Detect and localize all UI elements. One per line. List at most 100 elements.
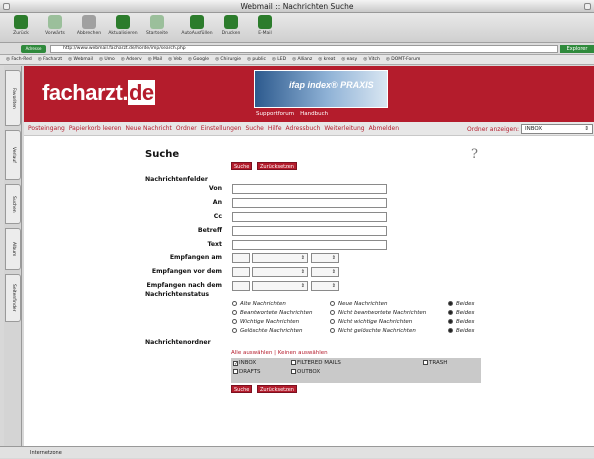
year-select[interactable]: ⇕	[311, 267, 339, 277]
toolbar-label: E-Mail	[258, 31, 272, 36]
favorite-link[interactable]: ◎ easy	[341, 57, 357, 62]
header-sublink[interactable]: Handbuch	[300, 111, 328, 117]
folder-checkbox[interactable]: FILTERED MAILS	[291, 360, 341, 366]
folder-select-label: Ordner anzeigen:	[467, 126, 520, 133]
field-input[interactable]	[232, 184, 387, 194]
toolbar-button-0[interactable]: Zurück	[4, 15, 38, 36]
folder-checkbox[interactable]: DRAFTS	[233, 369, 261, 375]
toolbar-button-4[interactable]: Startseite	[140, 15, 174, 36]
field-input[interactable]	[232, 226, 387, 236]
address-label-button[interactable]: Adresse	[21, 45, 46, 53]
radio-icon	[232, 319, 237, 324]
sidetab-0[interactable]: Favoriten	[5, 70, 21, 126]
nav-link[interactable]: Hilfe	[268, 125, 282, 132]
favorite-link[interactable]: ◎ kreat	[318, 57, 335, 62]
ifap-banner[interactable]: ifap index® PRAXIS	[254, 70, 388, 108]
toolbar-button-1[interactable]: Vorwärts	[38, 15, 72, 36]
year-select[interactable]: ⇕	[311, 281, 339, 291]
nav-link[interactable]: Adressbuch	[286, 125, 321, 132]
nav-link[interactable]: Weiterleitung	[324, 125, 364, 132]
reset-button-top[interactable]: Zurücksetzen	[257, 162, 297, 170]
favorite-link[interactable]: ◎ Google	[188, 57, 209, 62]
month-select[interactable]: ⇕	[252, 281, 308, 291]
favorite-link[interactable]: ◎ LED	[272, 57, 286, 62]
toolbar-button-7[interactable]: E-Mail	[248, 15, 282, 36]
month-select[interactable]: ⇕	[252, 267, 308, 277]
nav-link[interactable]: Einstellungen	[201, 125, 242, 132]
nav-link[interactable]: Suche	[245, 125, 263, 132]
favorite-link[interactable]: ◎ Chirurgie	[215, 57, 241, 62]
favorite-link[interactable]: ◎ Veb	[168, 57, 182, 62]
radio-icon	[330, 328, 335, 333]
field-input[interactable]	[232, 240, 387, 250]
nav-link[interactable]: Papierkorb leeren	[69, 125, 122, 132]
toolbar-button-2[interactable]: Abbrechen	[72, 15, 106, 36]
favorite-link[interactable]: ◎ Allianz	[292, 57, 312, 62]
favorite-link[interactable]: ◎ Mail	[148, 57, 163, 62]
folder-name: INBOX	[239, 360, 257, 366]
reset-button-bottom[interactable]: Zurücksetzen	[257, 385, 297, 393]
collapse-window-button[interactable]	[584, 3, 591, 10]
status-radio[interactable]: Gelöschte Nachrichten	[232, 328, 303, 334]
folder-checkbox[interactable]: TRASH	[423, 360, 447, 366]
status-radio[interactable]: Wichtige Nachrichten	[232, 319, 299, 325]
month-select[interactable]: ⇕	[252, 253, 308, 263]
help-icon[interactable]: ?	[471, 147, 478, 162]
toolbar-label: Startseite	[146, 31, 168, 36]
radio-icon	[448, 301, 453, 306]
sidetab-4[interactable]: Seitenfinder	[5, 274, 21, 322]
nav-link[interactable]: Abmelden	[369, 125, 399, 132]
radio-icon	[448, 319, 453, 324]
favorite-link[interactable]: ◎ Facharzt	[38, 57, 62, 62]
status-radio[interactable]: Neue Nachrichten	[330, 301, 387, 307]
header-sublink[interactable]: Supportforum	[256, 111, 294, 117]
sidetab-2[interactable]: Suchen	[5, 184, 21, 224]
status-radio[interactable]: Beantwortete Nachrichten	[232, 310, 312, 316]
close-window-button[interactable]	[3, 3, 10, 10]
toolbar-button-6[interactable]: Drucken	[214, 15, 248, 36]
select-all-none-links[interactable]: Alle auswählen | Keinen auswählen	[231, 350, 328, 356]
favorite-link[interactable]: ◎ Adserv	[121, 57, 142, 62]
nav-link[interactable]: Ordner	[176, 125, 197, 132]
favorite-link[interactable]: ◎ Fach-Red	[6, 57, 32, 62]
url-input[interactable]: http://www.webmail.facharzt.de/horde/imp…	[50, 45, 558, 53]
folder-checkbox[interactable]: OUTBOX	[291, 369, 320, 375]
section-folders-heading: Nachrichtenordner	[145, 339, 211, 346]
status-radio[interactable]: Nicht beantwortete Nachrichten	[330, 310, 426, 316]
nav-link[interactable]: Posteingang	[28, 125, 65, 132]
favorite-link[interactable]: ◎ Webmail	[68, 57, 93, 62]
explorer-button[interactable]: Explorer	[560, 45, 594, 53]
sidetab-1[interactable]: Verlauf	[5, 130, 21, 180]
favorite-link[interactable]: ◎ Umo	[99, 57, 115, 62]
status-radio[interactable]: Beides	[448, 328, 474, 334]
search-button-bottom[interactable]: Suche	[231, 385, 253, 393]
folder-select[interactable]: INBOX ⇕	[521, 124, 593, 134]
toolbar-label: Drucken	[221, 31, 241, 36]
day-select[interactable]	[232, 281, 250, 291]
status-radio[interactable]: Nicht gelöschte Nachrichten	[330, 328, 416, 334]
radio-label: Neue Nachrichten	[338, 301, 388, 307]
field-input[interactable]	[232, 212, 387, 222]
day-select[interactable]	[232, 267, 250, 277]
favorite-link[interactable]: ◎ public	[247, 57, 266, 62]
status-radio[interactable]: Beides	[448, 310, 474, 316]
nav-link[interactable]: Neue Nachricht	[125, 125, 171, 132]
facharzt-logo[interactable]: facharzt.de	[42, 80, 155, 106]
favorite-link[interactable]: ◎ DOMT-Forum	[386, 57, 420, 62]
favorite-link[interactable]: ◎ Vitch	[363, 57, 380, 62]
folder-checkbox[interactable]: ✓INBOX	[233, 360, 257, 367]
year-select[interactable]: ⇕	[311, 253, 339, 263]
site-header: facharzt.de ifap index® PRAXIS Supportfo…	[24, 66, 594, 122]
toolbar-button-5[interactable]: AutoAusfüllen	[180, 15, 214, 36]
status-radio[interactable]: Beides	[448, 319, 474, 325]
sidetab-3[interactable]: Album	[5, 228, 21, 270]
status-radio[interactable]: Beides	[448, 301, 474, 307]
toolbar-button-3[interactable]: Aktualisieren	[106, 15, 140, 36]
search-button-top[interactable]: Suche	[231, 162, 253, 170]
status-radio[interactable]: Alte Nachrichten	[232, 301, 286, 307]
field-input[interactable]	[232, 198, 387, 208]
radio-label: Beides	[456, 301, 475, 307]
radio-icon	[330, 310, 335, 315]
day-select[interactable]	[232, 253, 250, 263]
status-radio[interactable]: Nicht wichtige Nachrichten	[330, 319, 412, 325]
